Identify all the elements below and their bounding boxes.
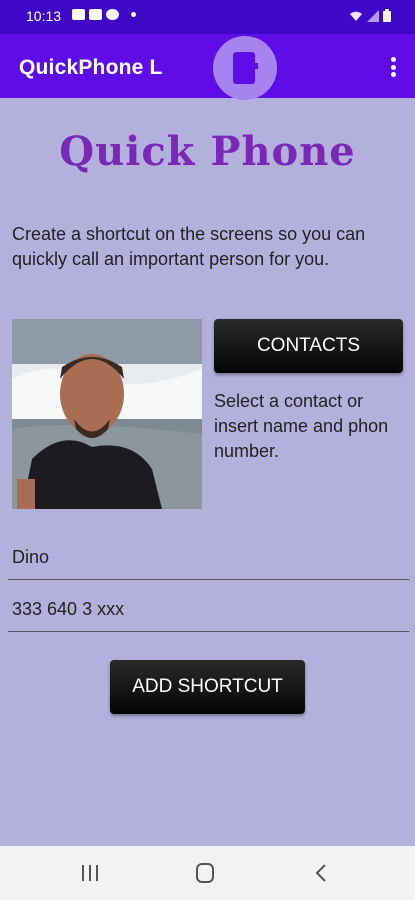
phone-device-icon — [213, 36, 277, 100]
gallery-icon — [72, 9, 85, 20]
name-field[interactable] — [8, 536, 409, 580]
contact-hint-text: Select a contact or insert name and phon… — [214, 391, 389, 461]
battery-icon — [383, 9, 391, 22]
signal-icon — [367, 9, 379, 22]
app-bar: QuickPhone L — [0, 34, 415, 100]
notification-dot-icon — [131, 12, 136, 17]
wifi-icon — [350, 11, 362, 21]
description-text: Create a shortcut on the screens so you … — [12, 224, 366, 269]
status-notification-icons — [72, 9, 136, 20]
back-icon[interactable] — [310, 863, 334, 883]
contact-photo[interactable] — [12, 319, 202, 509]
navigation-bar — [0, 846, 415, 900]
contacts-button[interactable]: CONTACTS — [214, 319, 403, 373]
app-title: QuickPhone L — [19, 56, 163, 79]
overflow-menu-icon[interactable] — [387, 54, 399, 80]
youtube-icon — [89, 9, 102, 20]
status-bar: 10:13 — [0, 0, 415, 34]
home-icon[interactable] — [193, 863, 217, 883]
recent-apps-icon[interactable] — [78, 863, 102, 883]
phone-field[interactable] — [8, 588, 409, 632]
quick-phone-logo: Quick Phone — [59, 128, 356, 175]
status-time: 10:13 — [26, 8, 62, 24]
whatsapp-icon — [106, 9, 119, 20]
add-shortcut-button[interactable]: ADD SHORTCUT — [110, 660, 305, 714]
status-system-icons — [349, 9, 391, 22]
